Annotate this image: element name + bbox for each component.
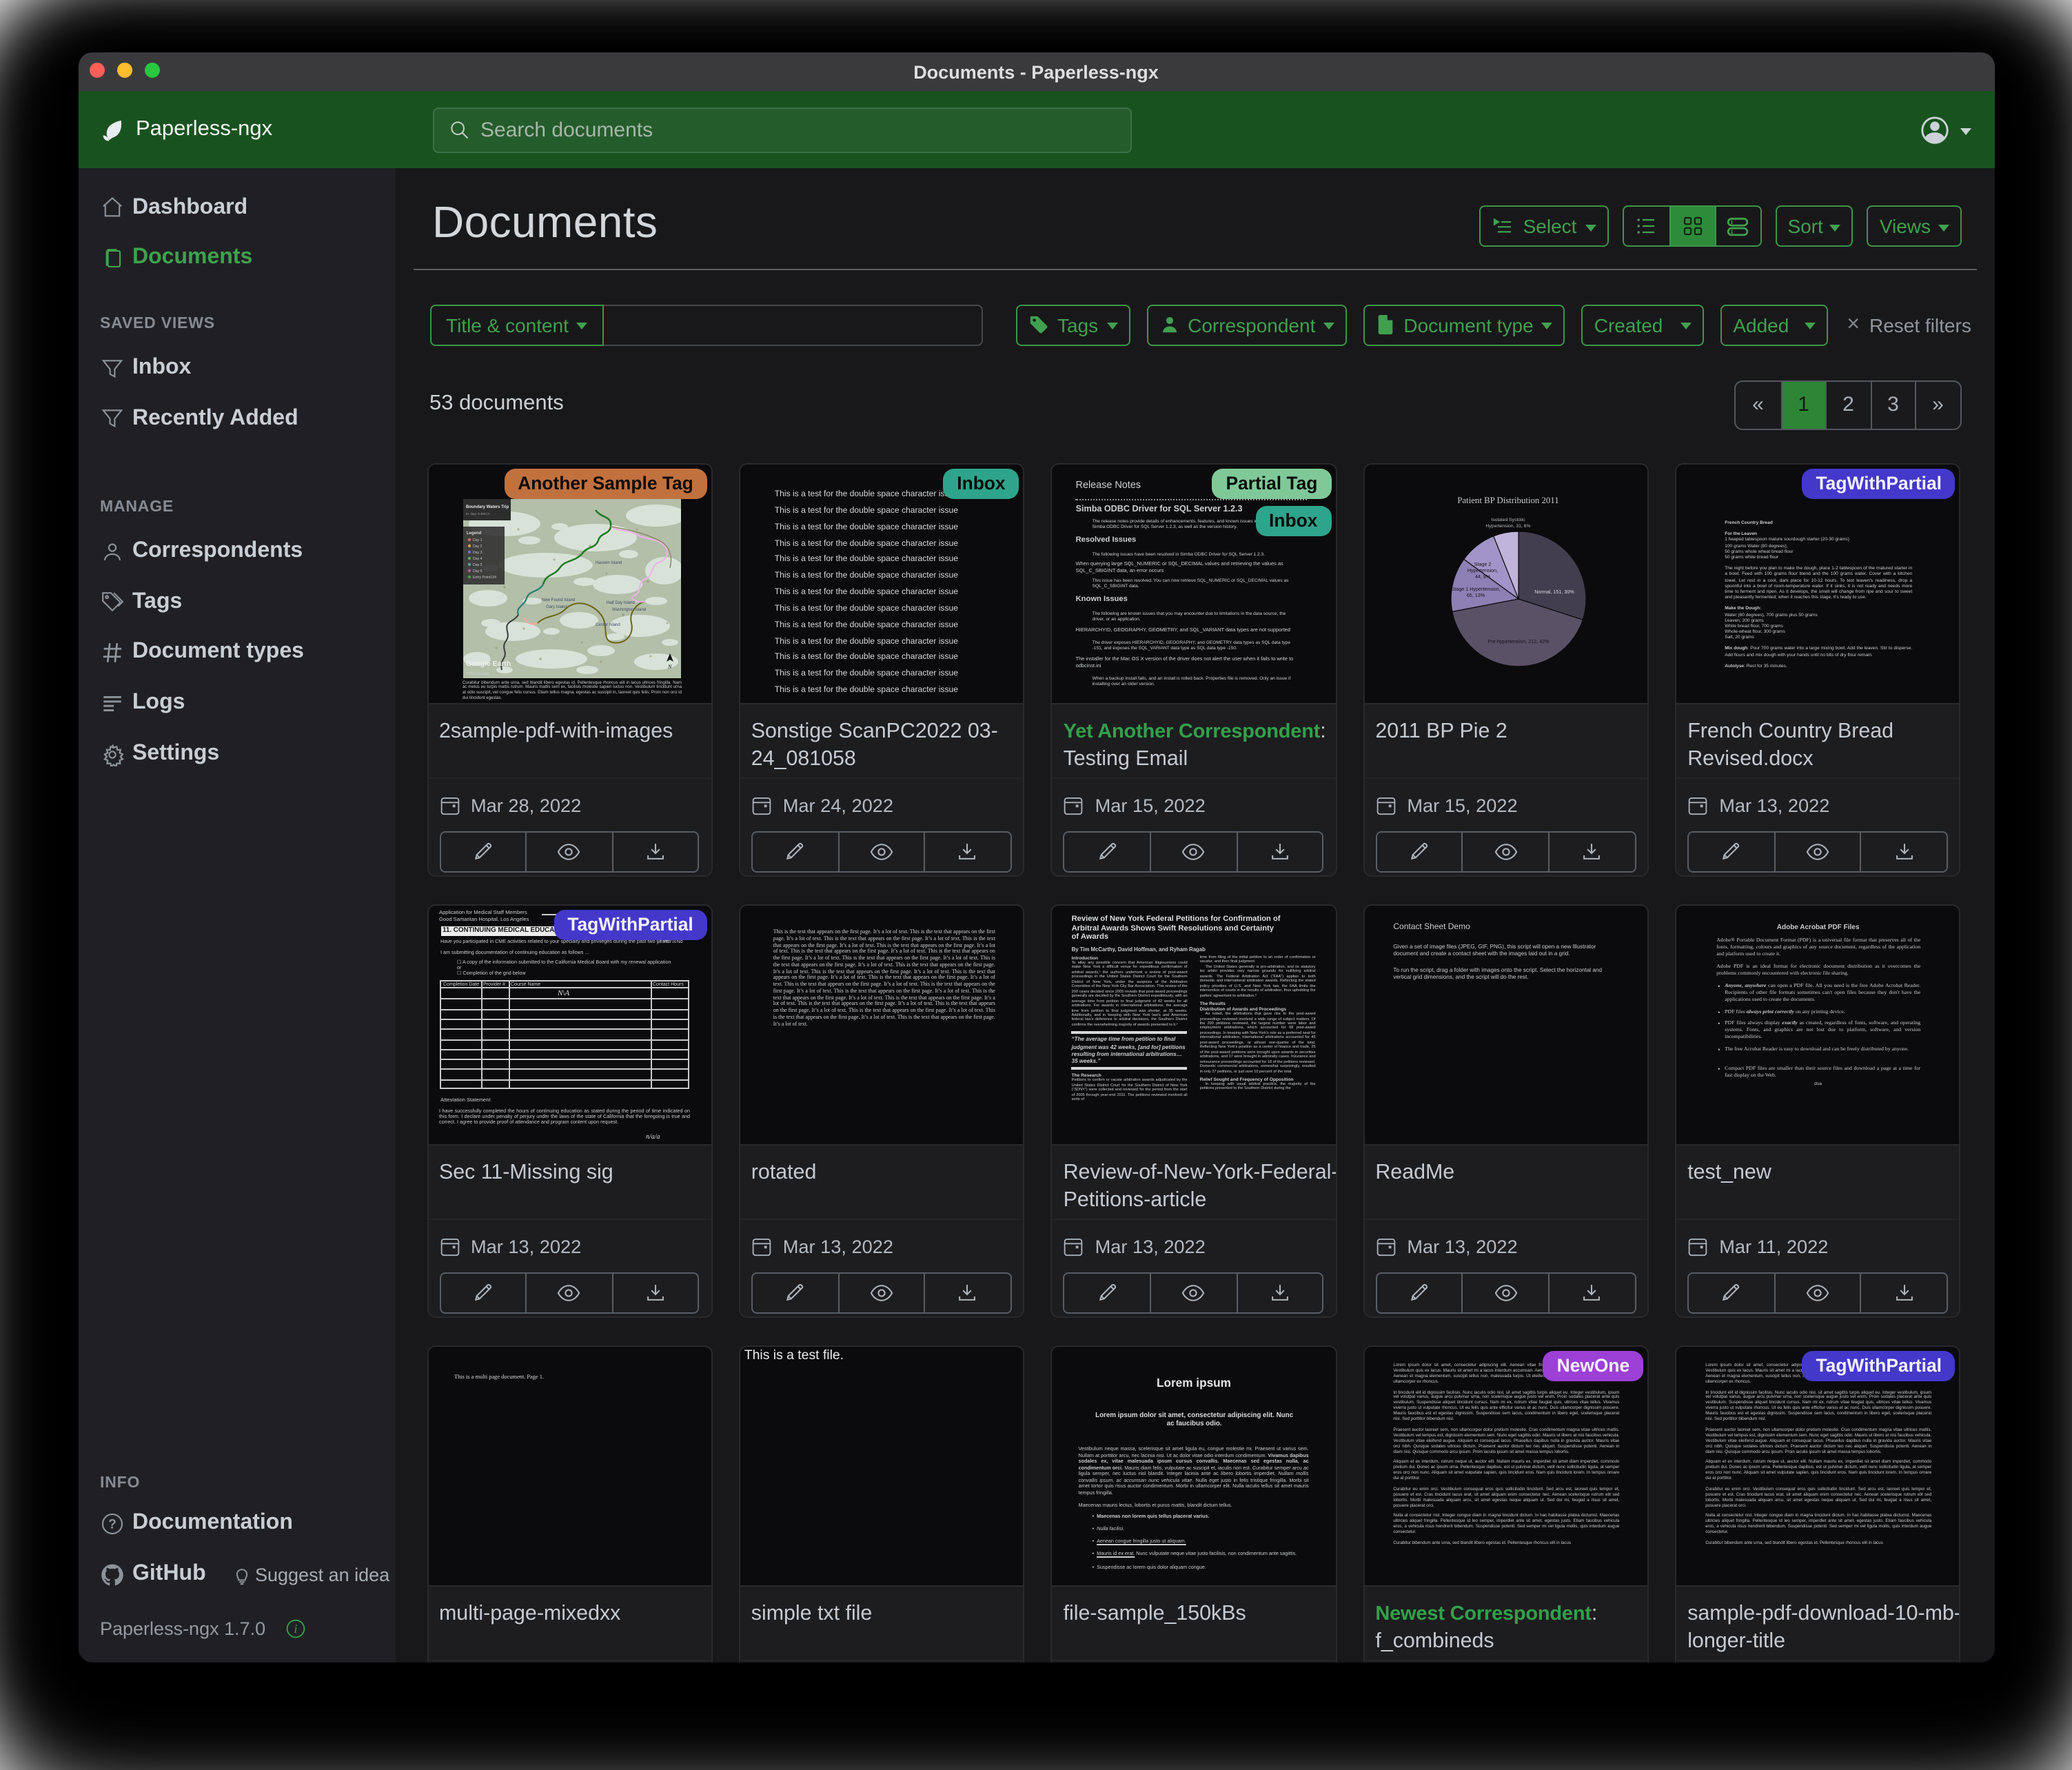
svg-text:6+ days in BWCA: 6+ days in BWCA xyxy=(465,512,489,516)
svg-text:Stage 2: Stage 2 xyxy=(1474,561,1491,567)
svg-text:©2017 Google: ©2017 Google xyxy=(465,671,489,676)
svg-text:Day 1: Day 1 xyxy=(472,538,482,542)
svg-text:Hypertension,: Hypertension, xyxy=(1467,567,1497,573)
svg-text:Normal, 151, 30%: Normal, 151, 30% xyxy=(1534,589,1574,595)
svg-text:?: ? xyxy=(108,1516,116,1531)
svg-text:Pre-hypertension, 212, 42%: Pre-hypertension, 212, 42% xyxy=(1487,638,1550,644)
svg-text:Google Earth: Google Earth xyxy=(465,660,510,668)
svg-text:Center Island: Center Island xyxy=(595,623,620,627)
svg-text:Day 6: Day 6 xyxy=(472,569,482,573)
svg-text:Washington Island: Washington Island xyxy=(611,608,645,612)
svg-text:Stage 1 Hypertension,: Stage 1 Hypertension, xyxy=(1451,586,1500,592)
svg-text:Half Day Island: Half Day Island xyxy=(606,601,634,605)
svg-text:New Found Island: New Found Island xyxy=(541,598,574,602)
svg-text:Legend: Legend xyxy=(466,531,481,536)
svg-text:Hypertension, 31, 6%: Hypertension, 31, 6% xyxy=(1485,524,1530,529)
svg-text:Gary Island: Gary Island xyxy=(545,605,567,609)
svg-text:Day 2: Day 2 xyxy=(472,545,482,549)
svg-text:65, 13%: 65, 13% xyxy=(1466,592,1485,598)
svg-text:N: N xyxy=(667,664,671,670)
svg-text:i: i xyxy=(294,1622,297,1636)
svg-text:Day 3: Day 3 xyxy=(472,551,482,555)
svg-text:Entry Point134: Entry Point134 xyxy=(472,576,496,580)
svg-text:44, 9%: 44, 9% xyxy=(1474,573,1490,580)
svg-text:Day 5: Day 5 xyxy=(472,563,482,567)
svg-text:Hausen Island: Hausen Island xyxy=(595,561,621,565)
svg-text:Day 4: Day 4 xyxy=(472,557,482,561)
svg-text:Isolated Systolic: Isolated Systolic xyxy=(1491,518,1525,522)
svg-text:Boundary Waters Trip: Boundary Waters Trip xyxy=(465,505,508,509)
svg-text:Patient BP Distribution 2011: Patient BP Distribution 2011 xyxy=(1457,496,1558,505)
